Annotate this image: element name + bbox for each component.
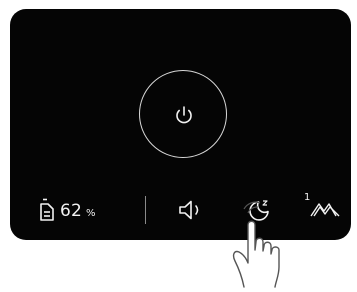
filter-life-readout: 62% xyxy=(60,201,96,224)
fan-speed-icon xyxy=(310,203,340,217)
divider xyxy=(145,196,146,224)
filter-life-unit: % xyxy=(86,208,96,219)
power-button[interactable] xyxy=(139,70,227,158)
speaker-icon xyxy=(179,200,199,220)
device-control-panel: 62% 1 xyxy=(10,9,351,240)
filter-life-value: 62 xyxy=(60,201,83,221)
hand-pointer-icon xyxy=(232,201,280,288)
status-bar: 62% 1 xyxy=(10,192,351,228)
filter-icon xyxy=(40,198,54,221)
sound-button[interactable] xyxy=(178,198,208,222)
fan-speed-button[interactable] xyxy=(304,194,344,222)
power-icon xyxy=(176,106,192,124)
